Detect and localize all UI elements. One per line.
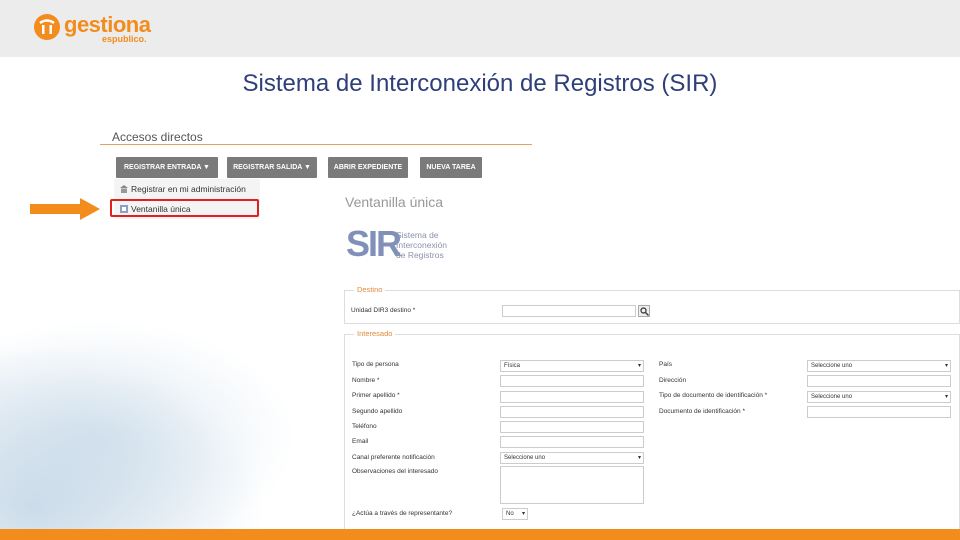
form-title: Ventanilla única (345, 194, 444, 210)
highlight-box (110, 199, 259, 217)
primer-apellido-label: Primer apellido * (352, 392, 400, 399)
gestiona-logo: gestiona espublico. (34, 12, 154, 46)
primer-apellido-input[interactable] (500, 391, 644, 403)
ventanilla-unica-form: Ventanilla única SIR Sistema de Intercon… (338, 188, 960, 530)
segundo-apellido-input[interactable] (500, 406, 644, 418)
documento-identificacion-label: Documento de identificación * (659, 408, 745, 415)
direccion-input[interactable] (807, 375, 951, 387)
tipo-documento-select[interactable]: Seleccione uno (807, 391, 951, 403)
menu-item-label: Registrar en mi administración (131, 184, 246, 194)
canal-notificacion-select[interactable]: Seleccione uno (500, 452, 644, 464)
destino-legend: Destino (354, 285, 386, 294)
search-icon (640, 307, 649, 316)
interesado-legend: Interesado (354, 329, 396, 338)
building-icon (120, 185, 128, 193)
representante-label: ¿Actúa a través de representante? (352, 510, 453, 517)
tipo-documento-label: Tipo de documento de identificación * (659, 392, 768, 399)
sir-logo-text: Sistema de Interconexión de Registros (396, 230, 447, 260)
top-bar: gestiona espublico. (0, 0, 960, 57)
tipo-persona-label: Tipo de persona (352, 361, 399, 368)
decorative-background (0, 300, 330, 530)
accesos-directos-panel: Accesos directos REGISTRAR ENTRADA ▼ REG… (100, 118, 532, 178)
pais-label: País (659, 361, 673, 368)
slide-title: Sistema de Interconexión de Registros (S… (242, 70, 718, 97)
search-button[interactable] (638, 305, 650, 317)
destino-panel: Destino Unidad DIR3 destino * (344, 285, 960, 324)
accesos-title: Accesos directos (112, 130, 203, 144)
unidad-dir3-label: Unidad DIR3 destino * (351, 307, 416, 314)
pais-select[interactable]: Seleccione uno (807, 360, 951, 372)
nombre-input[interactable] (500, 375, 644, 387)
menu-item-registrar-mi-administracion[interactable]: Registrar en mi administración (120, 181, 246, 197)
abrir-expediente-button[interactable]: ABRIR EXPEDIENTE (328, 157, 408, 178)
interesado-panel: Interesado Tipo de persona Física Nombre… (344, 329, 960, 530)
telefono-label: Teléfono (352, 423, 377, 430)
email-label: Email (352, 438, 369, 445)
brand-sub: espublico. (102, 34, 147, 44)
direccion-label: Dirección (659, 377, 687, 384)
observaciones-label: Observaciones del interesado (352, 468, 438, 475)
documento-identificacion-input[interactable] (807, 406, 951, 418)
bottom-bar (0, 529, 960, 540)
tipo-persona-select[interactable]: Física (500, 360, 644, 372)
sir-line-1: Sistema de (396, 230, 439, 240)
representante-select[interactable]: No (502, 508, 528, 520)
canal-notificacion-label: Canal preferente notificación (352, 454, 435, 461)
observaciones-textarea[interactable] (500, 466, 644, 504)
sir-logo-mark: SIR (346, 223, 402, 264)
sir-logo: SIR Sistema de Interconexión de Registro… (346, 226, 476, 266)
registrar-salida-button[interactable]: REGISTRAR SALIDA ▼ (227, 157, 317, 178)
sir-line-2: Interconexión (396, 240, 448, 250)
orange-arrow-icon (30, 198, 100, 220)
registrar-entrada-button[interactable]: REGISTRAR ENTRADA ▼ (116, 157, 218, 178)
sir-line-3: de Registros (396, 250, 444, 260)
segundo-apellido-label: Segundo apellido (352, 408, 403, 415)
telefono-input[interactable] (500, 421, 644, 433)
email-input[interactable] (500, 436, 644, 448)
nombre-label: Nombre * (352, 377, 380, 384)
unidad-dir3-input[interactable] (502, 305, 636, 317)
nueva-tarea-button[interactable]: NUEVA TAREA (420, 157, 482, 178)
gestiona-logo-icon (34, 14, 60, 40)
divider (100, 144, 532, 145)
